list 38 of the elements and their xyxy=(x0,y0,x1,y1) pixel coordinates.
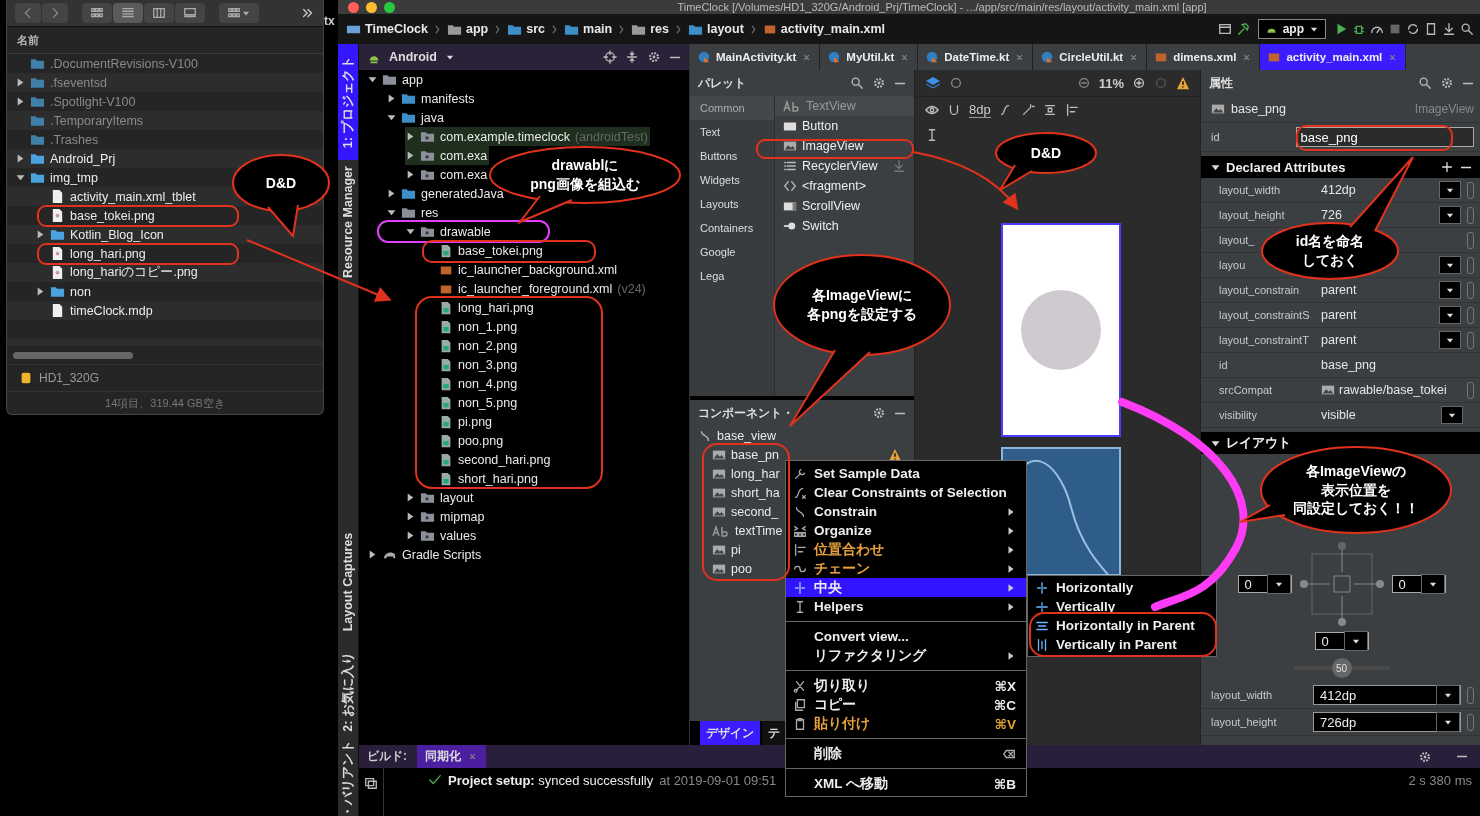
component-type: ImageView xyxy=(1414,102,1474,116)
variant-label: (v24) xyxy=(617,281,646,296)
callout-text: 各ImageViewに各pngを設定する xyxy=(807,286,917,324)
timestamp: at 2019-09-01 09:51 xyxy=(659,773,777,788)
attribute-name: layout_height xyxy=(1219,209,1285,221)
window-title: TimeClock [/Volumes/HD1_320G/Android_Prj/TimeClock] - .../app/src/main/res/layout/activity_main.xml [app] xyxy=(677,1,1207,13)
attribute-name: layout_constraintT xyxy=(1219,334,1309,346)
shortcut-label: ⌘V xyxy=(994,715,1016,732)
attribute-name: layout_width xyxy=(1219,184,1281,196)
callout-text: drawablにpng画像を組込む xyxy=(530,156,640,194)
background-window-text: tx xyxy=(324,14,335,28)
panel-title: ビルド: xyxy=(367,748,407,765)
status-text: 14項目、319.44 GB空き xyxy=(7,391,323,414)
callout-text: 各ImageViewの表示位置を同設定しておく！！ xyxy=(1293,461,1419,519)
attribute-name: layout_constraintS xyxy=(1219,309,1310,321)
attribute-name: layout_constrain xyxy=(1219,284,1300,296)
attribute-name: layout_height xyxy=(1211,716,1277,728)
attribute-name: layou xyxy=(1219,259,1246,271)
attribute-name: id xyxy=(1211,131,1220,143)
panel-title: コンポーネント・ xyxy=(698,404,794,422)
attribute-name: visibility xyxy=(1219,409,1257,421)
attribute-name: id xyxy=(1219,359,1228,371)
attribute-name: layout_width xyxy=(1211,689,1273,701)
panel-title: 属性 xyxy=(1209,74,1233,92)
variant-label: (androidTest) xyxy=(574,129,648,144)
shortcut-label: ⌘C xyxy=(993,696,1016,713)
panel-title: パレット xyxy=(698,74,746,92)
zoom-level: 11% xyxy=(1098,75,1124,91)
callout-text: id名を命名しておく xyxy=(1295,232,1365,270)
callout-text: D&D xyxy=(265,173,297,193)
duration: 2 s 380 ms xyxy=(1408,773,1472,788)
component-name: base_png xyxy=(1231,102,1286,116)
attribute-name: layout_ xyxy=(1219,234,1255,246)
callout-text: D&D xyxy=(1030,143,1062,163)
shortcut-label: ⌘B xyxy=(993,775,1016,792)
shortcut-label: ⌘X xyxy=(994,677,1016,694)
attribute-name: srcCompat xyxy=(1219,384,1273,396)
build-message: Project setup: synced successfully xyxy=(448,773,654,788)
